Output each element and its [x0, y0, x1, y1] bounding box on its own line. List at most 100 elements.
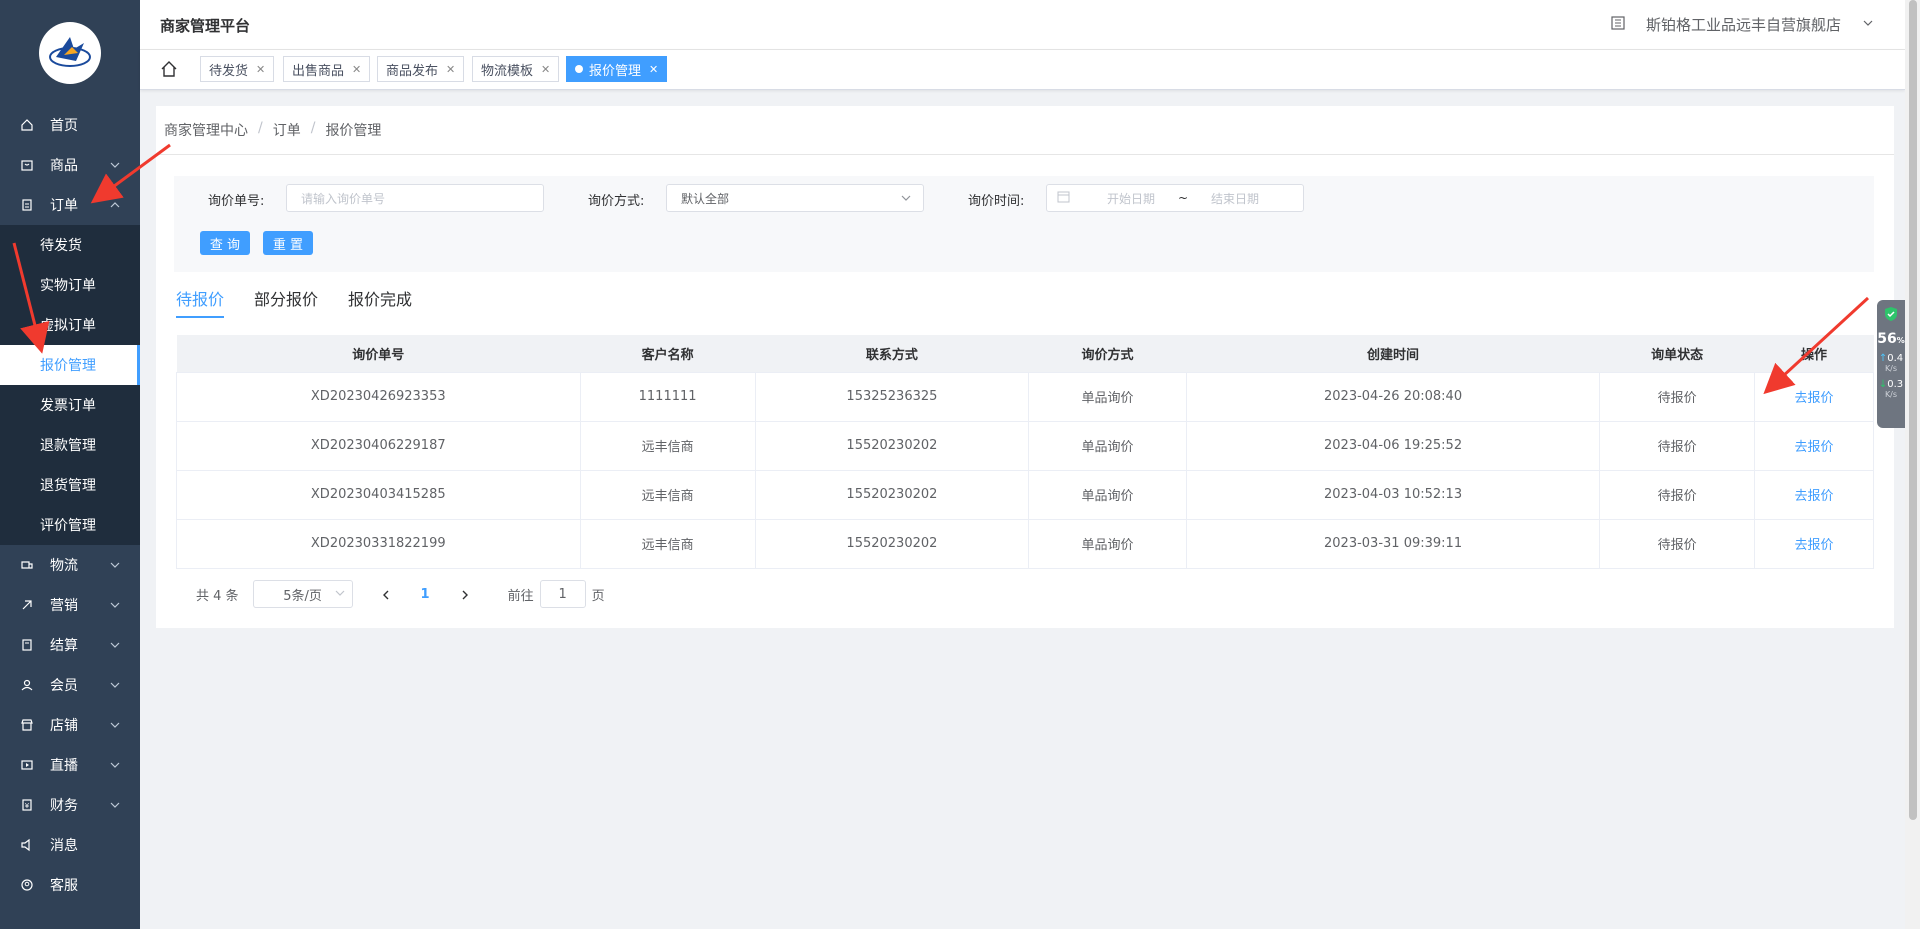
tag-label: 出售商品	[292, 63, 345, 79]
start-date-input[interactable]: 开始日期	[1092, 190, 1170, 207]
sidebar-item-service[interactable]: 客服	[0, 865, 140, 905]
table-row: XD20230403415285 远丰信商 15520230202 单品询价 2…	[176, 470, 1875, 520]
network-speed-widget[interactable]: 56% ↑0.4 K/s ↓0.3 K/s	[1877, 300, 1905, 428]
inquiry-no-input[interactable]: 请输入询价单号	[286, 184, 544, 212]
goto-page-input[interactable]: 1	[539, 580, 586, 608]
store-name-dropdown[interactable]: 斯铂格工业品远丰自营旗舰店	[1646, 14, 1841, 35]
sidebar-item-order[interactable]: 订单	[0, 185, 140, 225]
home-icon	[20, 118, 34, 132]
close-icon[interactable]: ✕	[256, 63, 265, 76]
created-time-cell: 2023-04-03 10:52:13	[1186, 470, 1601, 520]
sidebar-item-settlement[interactable]: 结算	[0, 625, 140, 665]
column-header: 操作	[1754, 335, 1874, 373]
table-row: XD20230331822199 远丰信商 15520230202 单品询价 2…	[176, 519, 1875, 569]
customer-cell: 远丰信商	[580, 519, 756, 569]
scrollbar-thumb[interactable]	[1909, 0, 1917, 820]
sidebar-item-label: 首页	[50, 118, 78, 134]
sidebar-item-logistics[interactable]: 物流	[0, 545, 140, 585]
tag-label: 报价管理	[589, 63, 642, 79]
sidebar-item-store[interactable]: 店铺	[0, 705, 140, 745]
tab-partial-quote[interactable]: 部分报价	[254, 286, 318, 318]
sidebar-item-label: 商品	[50, 158, 78, 174]
tag-label: 物流模板	[481, 63, 534, 79]
sidebar-item-finance[interactable]: ¥ 财务	[0, 785, 140, 825]
finance-icon: ¥	[20, 798, 34, 812]
inquiry-no-label: 询价单号:	[208, 194, 265, 209]
status-cell: 待报价	[1599, 421, 1755, 471]
customer-cell: 1111111	[580, 372, 756, 422]
sidebar-item-goods[interactable]: 商品	[0, 145, 140, 185]
submenu-item-refund-management[interactable]: 退款管理	[0, 425, 140, 465]
submenu-item-return-management[interactable]: 退货管理	[0, 465, 140, 505]
table-row: XD20230406229187 远丰信商 15520230202 单品询价 2…	[176, 421, 1875, 471]
close-icon[interactable]: ✕	[446, 63, 455, 76]
tab-quote-complete[interactable]: 报价完成	[348, 286, 412, 318]
sidebar-item-label: 会员	[50, 678, 78, 694]
page-scrollbar[interactable]	[1905, 0, 1920, 929]
column-header: 询单状态	[1599, 335, 1755, 373]
sidebar-item-member[interactable]: 会员	[0, 665, 140, 705]
message-icon	[20, 838, 34, 852]
inquiry-time-label: 询价时间:	[968, 194, 1025, 209]
calendar-icon	[1057, 190, 1070, 206]
action-cell: 去报价	[1754, 519, 1875, 569]
inquiry-method-select[interactable]: 默认全部	[666, 184, 924, 212]
status-cell: 待报价	[1599, 519, 1755, 569]
tag-goods-publish[interactable]: 商品发布 ✕	[377, 56, 465, 82]
chevron-down-icon	[108, 598, 122, 612]
chevron-down-icon	[108, 718, 122, 732]
page-size-select[interactable]: 5条/页	[252, 580, 353, 608]
sidebar-item-live[interactable]: 直播	[0, 745, 140, 785]
tag-pending-ship[interactable]: 待发货 ✕	[200, 56, 275, 82]
go-quote-link[interactable]: 去报价	[1794, 538, 1833, 553]
tag-goods-on-sale[interactable]: 出售商品 ✕	[283, 56, 371, 82]
column-header: 创建时间	[1186, 335, 1600, 373]
submenu-item-virtual-orders[interactable]: 虚拟订单	[0, 305, 140, 345]
breadcrumb-item[interactable]: 商家管理中心	[164, 120, 248, 140]
sidebar-item-label: 财务	[50, 798, 78, 814]
next-page-button[interactable]	[460, 585, 470, 604]
tag-logistics-template[interactable]: 物流模板 ✕	[472, 56, 560, 82]
sidebar-item-marketing[interactable]: 营销	[0, 585, 140, 625]
breadcrumb-item[interactable]: 订单	[273, 120, 301, 140]
tag-label: 商品发布	[386, 63, 439, 79]
upload-speed: ↑0.4	[1878, 353, 1904, 364]
breadcrumb: 商家管理中心 / 订单 / 报价管理	[164, 120, 381, 140]
close-icon[interactable]: ✕	[352, 63, 361, 76]
submenu-item-review-management[interactable]: 评价管理	[0, 505, 140, 545]
reset-button[interactable]: 重 置	[263, 231, 313, 255]
close-icon[interactable]: ✕	[541, 63, 550, 76]
submenu-item-physical-orders[interactable]: 实物订单	[0, 265, 140, 305]
query-button[interactable]: 查 询	[200, 231, 250, 255]
date-range-picker[interactable]: 开始日期 ~ 结束日期	[1046, 184, 1304, 212]
order-submenu: 待发货 实物订单 虚拟订单 报价管理 发票订单 退款管理 退货管理 评价管理	[0, 225, 140, 545]
page-number[interactable]: 1	[421, 587, 430, 602]
submenu-item-pending-ship[interactable]: 待发货	[0, 225, 140, 265]
page-size-value: 5条/页	[283, 588, 322, 604]
sidebar-item-home[interactable]: 首页	[0, 105, 140, 145]
submenu-item-quote-management[interactable]: 报价管理	[0, 345, 140, 385]
range-separator: ~	[1178, 191, 1189, 205]
method-cell: 单品询价	[1028, 519, 1187, 569]
memory-percent: 56%	[1877, 331, 1905, 347]
go-quote-link[interactable]: 去报价	[1794, 489, 1833, 504]
chevron-down-icon[interactable]	[1861, 16, 1875, 34]
go-quote-link[interactable]: 去报价	[1794, 391, 1833, 406]
home-tab-icon[interactable]	[160, 60, 178, 78]
end-date-input[interactable]: 结束日期	[1196, 190, 1274, 207]
inquiry-table: 询价单号 客户名称 联系方式 询价方式 创建时间 询单状态 操作 XD20230…	[176, 335, 1875, 569]
close-icon[interactable]: ✕	[649, 63, 658, 76]
chevron-up-icon	[108, 198, 122, 212]
prev-page-button[interactable]	[381, 585, 391, 604]
sidebar-item-message[interactable]: 消息	[0, 825, 140, 865]
header-right: 斯铂格工业品远丰自营旗舰店	[1610, 14, 1875, 35]
tag-quote-management[interactable]: 报价管理 ✕	[566, 56, 668, 82]
column-header: 询价单号	[176, 335, 581, 373]
chevron-down-icon	[334, 587, 346, 603]
inquiry-no-cell: XD20230403415285	[176, 470, 581, 520]
go-quote-link[interactable]: 去报价	[1794, 440, 1833, 455]
fullscreen-icon[interactable]	[1610, 15, 1626, 35]
goods-icon	[20, 158, 34, 172]
tab-pending-quote[interactable]: 待报价	[176, 286, 225, 318]
submenu-item-invoice-orders[interactable]: 发票订单	[0, 385, 140, 425]
